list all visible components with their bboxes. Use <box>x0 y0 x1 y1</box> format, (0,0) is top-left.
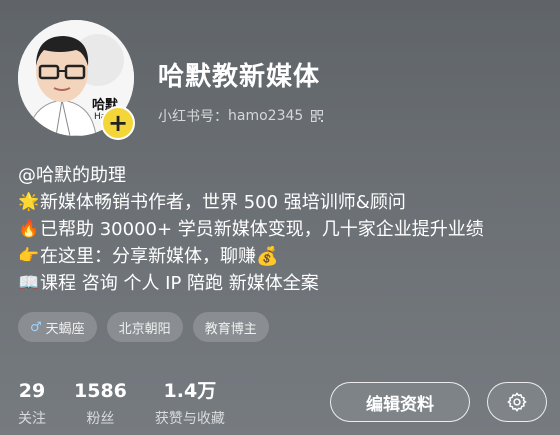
plus-icon: + <box>107 109 129 137</box>
bio-text: 课程 咨询 个人 IP 陪跑 新媒体全案 <box>40 273 319 294</box>
profile-header: 哈默 Ha + 哈默教新媒体 小红书号： hamo2345 <box>18 20 538 140</box>
add-avatar-button[interactable]: + <box>101 106 135 140</box>
fire-icon: 🔥 <box>18 219 40 239</box>
bio-text: 在这里：分享新媒体，聊赚💰 <box>40 246 279 267</box>
edit-profile-button[interactable]: 编辑资料 <box>330 382 470 422</box>
qr-code-icon[interactable] <box>311 110 324 122</box>
stat-label: 关注 <box>18 411 46 427</box>
tag-zodiac[interactable]: ♂ 天蝎座 <box>18 312 97 342</box>
bio-line-author: 🌟 新媒体畅销书作者，世界 500 强培训师&顾问 <box>18 189 548 216</box>
profile-stats: 29 关注 1586 粉丝 1.4万 获赞与收藏 <box>18 380 225 428</box>
pointing-hand-icon: 👉 <box>18 246 40 266</box>
gear-icon <box>507 392 527 412</box>
bio-line-services: 📖 课程 咨询 个人 IP 陪跑 新媒体全案 <box>18 270 548 297</box>
settings-button[interactable] <box>487 382 547 422</box>
tag-label: 天蝎座 <box>45 321 85 337</box>
stat-label: 获赞与收藏 <box>154 411 225 427</box>
profile-name: 哈默教新媒体 <box>158 62 321 92</box>
bio-text: 新媒体畅销书作者，世界 500 强培训师&顾问 <box>40 192 406 213</box>
stat-value: 29 <box>18 380 46 402</box>
bio-line-assistant[interactable]: @哈默的助理 <box>18 162 548 189</box>
stat-label: 粉丝 <box>86 411 115 427</box>
stat-likes-collects[interactable]: 1.4万 获赞与收藏 <box>155 380 225 428</box>
tag-category[interactable]: 教育博主 <box>192 312 269 342</box>
bio-text: @哈默的助理 <box>18 165 126 186</box>
bio-text: 已帮助 30000+ 学员新媒体变现，几十家企业提升业绩 <box>40 219 484 240</box>
star-icon: 🌟 <box>18 192 40 212</box>
tag-location[interactable]: 北京朝阳 <box>106 312 183 342</box>
stat-value: 1.4万 <box>163 380 217 402</box>
stat-following[interactable]: 29 关注 <box>18 380 46 428</box>
stat-value: 1586 <box>74 380 127 402</box>
stat-followers[interactable]: 1586 粉丝 <box>74 380 127 428</box>
profile-tags: ♂ 天蝎座 北京朝阳 教育博主 <box>18 312 269 342</box>
bio-line-share: 👉 在这里：分享新媒体，聊赚💰 <box>18 243 548 270</box>
tag-label: 教育博主 <box>204 321 257 337</box>
male-icon: ♂ <box>30 319 42 335</box>
bio-line-achievement: 🔥 已帮助 30000+ 学员新媒体变现，几十家企业提升业绩 <box>18 216 548 243</box>
profile-bio: @哈默的助理 🌟 新媒体畅销书作者，世界 500 强培训师&顾问 🔥 已帮助 3… <box>18 162 548 297</box>
profile-id-label: 小红书号： <box>158 109 228 125</box>
profile-id[interactable]: 小红书号： hamo2345 <box>158 106 324 126</box>
tag-label: 北京朝阳 <box>118 321 171 337</box>
book-icon: 📖 <box>18 273 40 293</box>
profile-id-value: hamo2345 <box>228 108 304 124</box>
